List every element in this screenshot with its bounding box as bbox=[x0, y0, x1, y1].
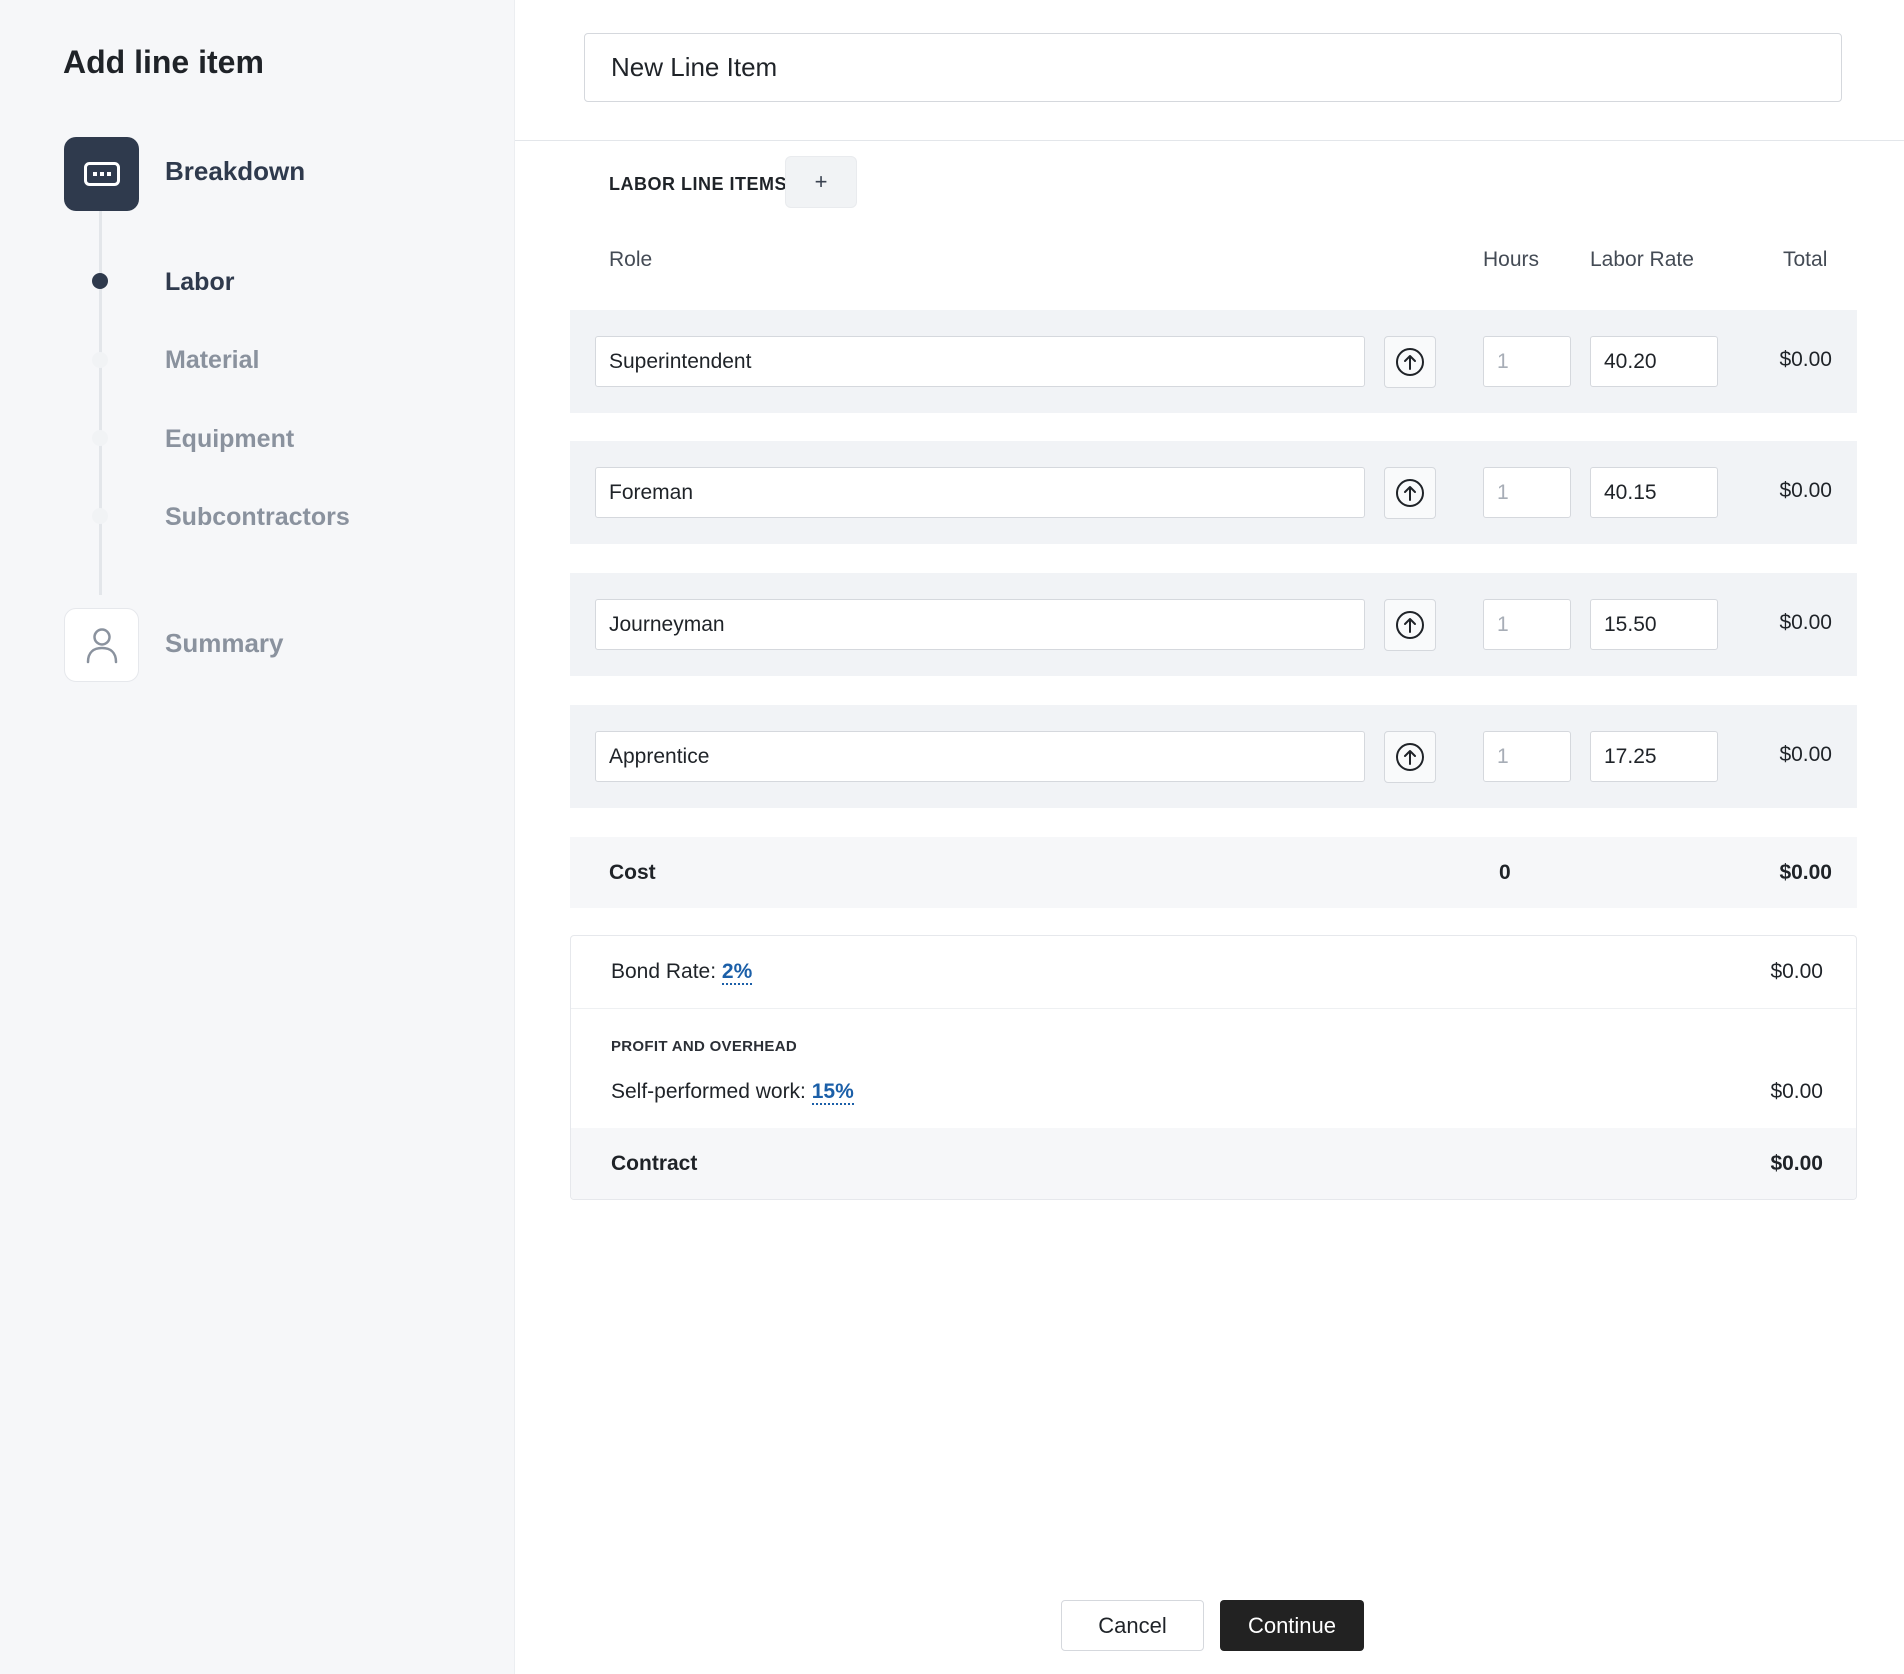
column-header-total: Total bbox=[1783, 248, 1828, 271]
substep-labor-dot bbox=[92, 273, 108, 289]
continue-button[interactable]: Continue bbox=[1220, 1600, 1364, 1651]
step-breakdown-button[interactable] bbox=[64, 137, 139, 211]
header-divider bbox=[515, 140, 1904, 141]
step-summary-label[interactable]: Summary bbox=[165, 628, 284, 659]
self-performed-label: Self-performed work: bbox=[611, 1080, 806, 1103]
substep-material[interactable]: Material bbox=[165, 346, 259, 375]
hours-input[interactable] bbox=[1483, 336, 1571, 387]
move-up-button[interactable] bbox=[1384, 731, 1436, 783]
line-item-name-input[interactable] bbox=[584, 33, 1842, 102]
bond-rate-amount: $0.00 bbox=[1770, 960, 1823, 983]
labor-rate-input[interactable] bbox=[1590, 731, 1718, 782]
substep-subcontractors-dot bbox=[92, 508, 108, 524]
step-connector-line bbox=[99, 211, 102, 595]
cost-label: Cost bbox=[609, 861, 656, 884]
step-summary-button[interactable] bbox=[64, 608, 139, 682]
self-performed-link[interactable]: 15% bbox=[811, 1080, 854, 1105]
bond-rate-label: Bond Rate: bbox=[611, 960, 717, 983]
arrow-up-circle-icon bbox=[1396, 743, 1424, 771]
substep-equipment-dot bbox=[92, 430, 108, 446]
column-header-labor-rate: Labor Rate bbox=[1590, 248, 1694, 271]
labor-section-label: LABOR LINE ITEMS bbox=[609, 174, 787, 194]
hours-input[interactable] bbox=[1483, 599, 1571, 650]
arrow-up-circle-icon bbox=[1396, 479, 1424, 507]
role-input[interactable] bbox=[595, 731, 1365, 782]
self-performed-amount: $0.00 bbox=[1770, 1080, 1823, 1103]
main-panel: LABOR LINE ITEMS + Role Hours Labor Rate… bbox=[515, 0, 1904, 1674]
cost-hours-total: 0 bbox=[1499, 861, 1511, 884]
role-input[interactable] bbox=[595, 599, 1365, 650]
row-total: $0.00 bbox=[1779, 348, 1832, 371]
labor-rate-input[interactable] bbox=[1590, 599, 1718, 650]
row-total: $0.00 bbox=[1779, 611, 1832, 634]
labor-row: $0.00 bbox=[570, 705, 1857, 808]
column-header-role: Role bbox=[609, 248, 653, 271]
totals-summary: Bond Rate: 2% $0.00 PROFIT AND OVERHEAD … bbox=[570, 935, 1857, 1200]
sidebar-title: Add line item bbox=[63, 44, 264, 80]
step-breakdown-label[interactable]: Breakdown bbox=[165, 156, 305, 187]
move-up-button[interactable] bbox=[1384, 467, 1436, 519]
profit-overhead-label: PROFIT AND OVERHEAD bbox=[611, 1038, 797, 1055]
keyboard-icon bbox=[83, 162, 120, 186]
cost-row: Cost 0 $0.00 bbox=[570, 837, 1857, 908]
user-icon bbox=[86, 628, 117, 664]
labor-rate-input[interactable] bbox=[1590, 336, 1718, 387]
summary-divider bbox=[571, 1008, 1856, 1009]
sidebar: Add line item Breakdown Labor Material E… bbox=[0, 0, 515, 1674]
row-total: $0.00 bbox=[1779, 743, 1832, 766]
contract-row: Contract $0.00 bbox=[571, 1128, 1856, 1199]
cost-total: $0.00 bbox=[1779, 861, 1832, 884]
hours-input[interactable] bbox=[1483, 731, 1571, 782]
labor-rate-input[interactable] bbox=[1590, 467, 1718, 518]
role-input[interactable] bbox=[595, 467, 1365, 518]
role-input[interactable] bbox=[595, 336, 1365, 387]
substep-material-dot bbox=[92, 352, 108, 368]
contract-label: Contract bbox=[611, 1152, 698, 1175]
bond-rate-link[interactable]: 2% bbox=[721, 960, 753, 985]
labor-row: $0.00 bbox=[570, 573, 1857, 676]
labor-row: $0.00 bbox=[570, 310, 1857, 413]
arrow-up-circle-icon bbox=[1396, 611, 1424, 639]
substep-labor[interactable]: Labor bbox=[165, 268, 234, 297]
contract-amount: $0.00 bbox=[1770, 1152, 1823, 1175]
substep-subcontractors[interactable]: Subcontractors bbox=[165, 503, 350, 532]
self-performed-text: Self-performed work: 15% bbox=[611, 1080, 854, 1105]
hours-input[interactable] bbox=[1483, 467, 1571, 518]
cancel-button[interactable]: Cancel bbox=[1061, 1600, 1204, 1651]
row-total: $0.00 bbox=[1779, 479, 1832, 502]
bond-rate-text: Bond Rate: 2% bbox=[611, 960, 753, 985]
column-header-hours: Hours bbox=[1483, 248, 1540, 271]
labor-row: $0.00 bbox=[570, 441, 1857, 544]
move-up-button[interactable] bbox=[1384, 599, 1436, 651]
substep-equipment[interactable]: Equipment bbox=[165, 425, 294, 454]
arrow-up-circle-icon bbox=[1396, 348, 1424, 376]
add-labor-item-button[interactable]: + bbox=[785, 156, 857, 208]
move-up-button[interactable] bbox=[1384, 336, 1436, 388]
